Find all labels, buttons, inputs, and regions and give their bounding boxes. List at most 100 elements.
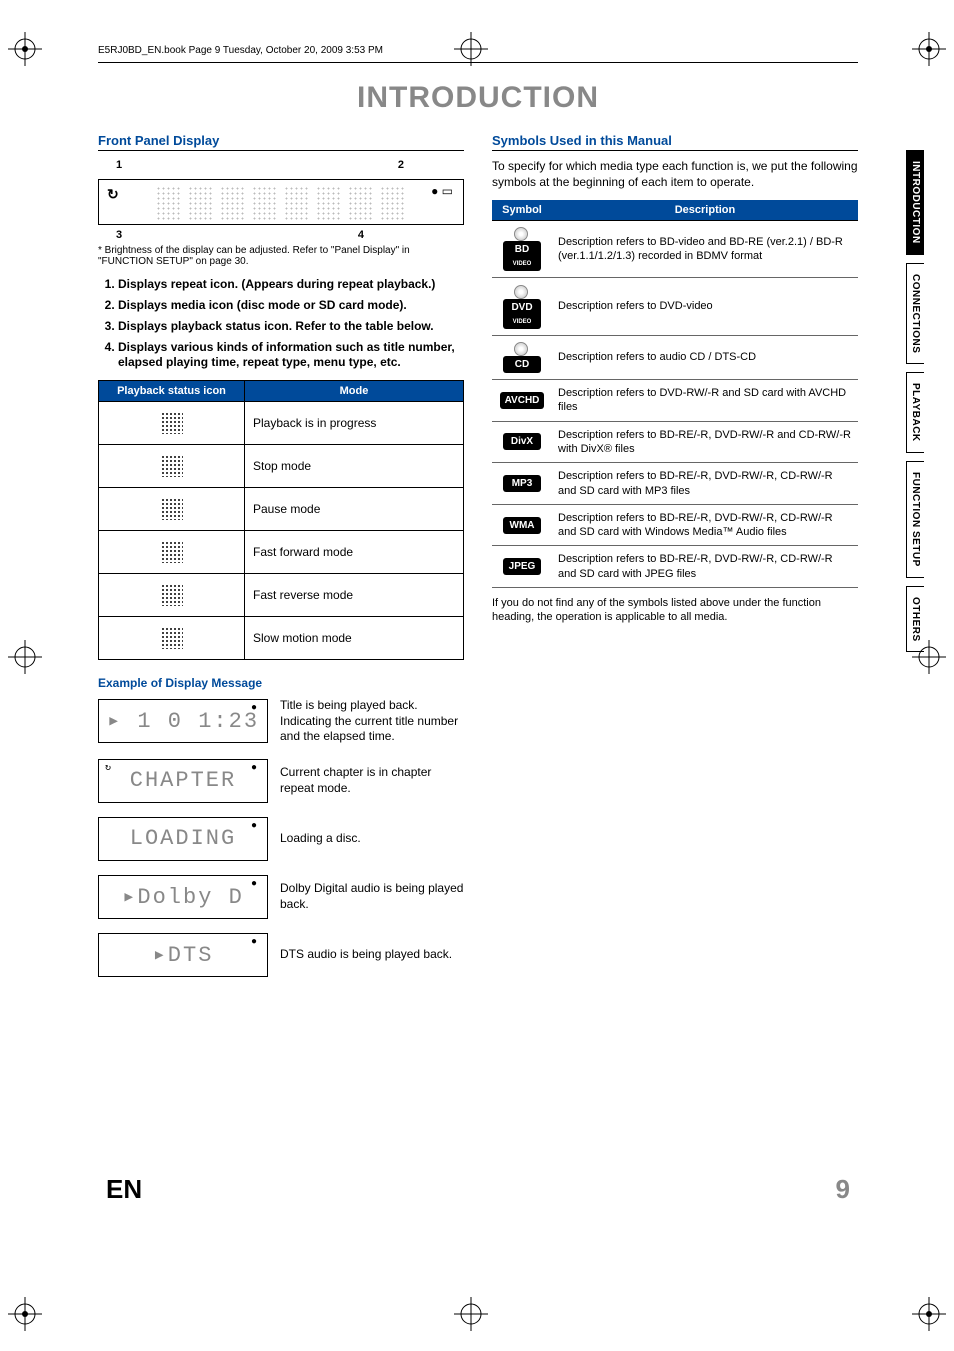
symbol-cell: AVCHD <box>492 380 552 422</box>
stop-icon <box>161 455 183 477</box>
page-title: INTRODUCTION <box>98 81 858 115</box>
symbol-badge: JPEG <box>503 558 541 575</box>
symbol-cell: DVDVIDEO <box>492 278 552 335</box>
example-row: ▸Dolby D● Dolby Digital audio is being pl… <box>98 875 464 919</box>
disc-icon: ● <box>251 937 259 948</box>
disc-sd-icon: ● ▭ <box>431 184 453 198</box>
symbol-badge: BDVIDEO <box>503 241 541 271</box>
ff-icon <box>161 541 183 563</box>
status-row: Stop mode <box>245 445 464 488</box>
document-header: E5RJ0BD_EN.book Page 9 Tuesday, October … <box>98 45 858 63</box>
status-row: Slow motion mode <box>245 617 464 660</box>
front-panel-display: ↻ ● ▭ <box>98 179 464 225</box>
crop-mark-icon <box>8 1297 42 1331</box>
fp-item-2: Displays media icon (disc mode or SD car… <box>118 298 464 313</box>
example-desc: Title is being played back.Indicating th… <box>280 698 464 745</box>
symbol-desc: Description refers to BD-RE/-R, DVD-RW/-… <box>552 463 858 505</box>
disc-icon: ● <box>251 879 259 890</box>
disc-icon <box>514 342 528 356</box>
symbol-badge: MP3 <box>503 475 541 492</box>
fp-label-3: 3 <box>116 229 122 241</box>
fp-item-3: Displays playback status icon. Refer to … <box>118 319 464 334</box>
symbol-badge: WMA <box>503 517 541 534</box>
repeat-icon: ↻ <box>107 186 119 203</box>
repeat-icon: ↻ <box>105 762 113 774</box>
symbol-badge: AVCHD <box>500 392 545 409</box>
tab-function-setup[interactable]: FUNCTION SETUP <box>906 461 924 578</box>
example-display: ▸ 1 0 1:23● <box>98 699 268 743</box>
status-row: Playback is in progress <box>245 402 464 445</box>
disc-icon <box>514 227 528 241</box>
tab-others[interactable]: OTHERS <box>906 586 924 653</box>
status-row: Fast forward mode <box>245 531 464 574</box>
example-desc: Current chapter is in chapter repeat mod… <box>280 765 464 796</box>
tab-introduction[interactable]: INTRODUCTION <box>906 150 924 255</box>
symbol-badge: DVDVIDEO <box>503 299 541 329</box>
symbol-desc: Description refers to DVD-RW/-R and SD c… <box>552 380 858 422</box>
crop-mark-icon <box>912 1297 946 1331</box>
example-desc: Dolby Digital audio is being played back… <box>280 881 464 912</box>
status-th-mode: Mode <box>245 381 464 402</box>
symbol-cell: WMA <box>492 504 552 546</box>
status-th-icon: Playback status icon <box>99 381 245 402</box>
example-display: ▸DTS● <box>98 933 268 977</box>
symbol-desc: Description refers to audio CD / DTS-CD <box>552 335 858 379</box>
crop-mark-icon <box>454 1297 488 1331</box>
symbol-desc: Description refers to BD-RE/-R, DVD-RW/-… <box>552 504 858 546</box>
crop-mark-icon <box>8 640 42 674</box>
symbol-cell: DivX <box>492 421 552 463</box>
play-icon <box>161 412 183 434</box>
symbol-cell: BDVIDEO <box>492 221 552 278</box>
footer-lang: EN <box>106 1174 142 1205</box>
footer-page: 9 <box>836 1174 850 1205</box>
disc-icon: ● <box>251 821 259 832</box>
symbols-footnote: If you do not find any of the symbols li… <box>492 596 858 625</box>
front-panel-heading: Front Panel Display <box>98 133 464 151</box>
symbol-desc: Description refers to DVD-video <box>552 278 858 335</box>
symbol-table: Symbol Description BDVIDEO Description re… <box>492 200 858 588</box>
disc-icon: ● <box>251 703 259 714</box>
status-table: Playback status icon Mode Playback is in… <box>98 380 464 660</box>
tab-playback[interactable]: PLAYBACK <box>906 372 924 453</box>
example-row: CHAPTER●↻Current chapter is in chapter r… <box>98 759 464 803</box>
example-row: ▸DTS● DTS audio is being played back. <box>98 933 464 977</box>
fp-label-1: 1 <box>116 159 122 171</box>
pause-icon <box>161 498 183 520</box>
symbol-badge: DivX <box>503 433 541 450</box>
examples-heading: Example of Display Message <box>98 676 464 690</box>
example-row: ▸ 1 0 1:23● Title is being played back.In… <box>98 698 464 745</box>
fr-icon <box>161 584 183 606</box>
sym-th-desc: Description <box>552 200 858 221</box>
sym-th-symbol: Symbol <box>492 200 552 221</box>
symbol-badge: CD <box>503 356 541 373</box>
symbol-desc: Description refers to BD-RE/-R, DVD-RW/-… <box>552 546 858 588</box>
side-tabs: INTRODUCTION CONNECTIONS PLAYBACK FUNCTI… <box>906 150 924 652</box>
symbols-intro: To specify for which media type each fun… <box>492 159 858 190</box>
tab-connections[interactable]: CONNECTIONS <box>906 263 924 364</box>
crop-mark-icon <box>8 32 42 66</box>
example-display: ▸Dolby D● <box>98 875 268 919</box>
fp-footnote: * Brightness of the display can be adjus… <box>98 245 464 267</box>
example-desc: Loading a disc. <box>280 831 361 847</box>
fp-item-1: Displays repeat icon. (Appears during re… <box>118 277 464 292</box>
status-row: Pause mode <box>245 488 464 531</box>
example-desc: DTS audio is being played back. <box>280 947 452 963</box>
front-panel-list: Displays repeat icon. (Appears during re… <box>98 277 464 370</box>
example-row: LOADING● Loading a disc. <box>98 817 464 861</box>
symbol-cell: CD <box>492 335 552 379</box>
status-row: Fast reverse mode <box>245 574 464 617</box>
fp-label-2: 2 <box>398 159 404 171</box>
fp-item-4: Displays various kinds of information su… <box>118 340 464 370</box>
symbol-desc: Description refers to BD-video and BD-RE… <box>552 221 858 278</box>
symbol-desc: Description refers to BD-RE/-R, DVD-RW/-… <box>552 421 858 463</box>
symbol-cell: MP3 <box>492 463 552 505</box>
example-display: LOADING● <box>98 817 268 861</box>
fp-label-4: 4 <box>358 229 364 241</box>
symbol-cell: JPEG <box>492 546 552 588</box>
symbols-heading: Symbols Used in this Manual <box>492 133 858 151</box>
crop-mark-icon <box>912 32 946 66</box>
disc-icon <box>514 285 528 299</box>
example-display: CHAPTER●↻ <box>98 759 268 803</box>
disc-icon: ● <box>251 763 259 774</box>
slow-icon <box>161 627 183 649</box>
